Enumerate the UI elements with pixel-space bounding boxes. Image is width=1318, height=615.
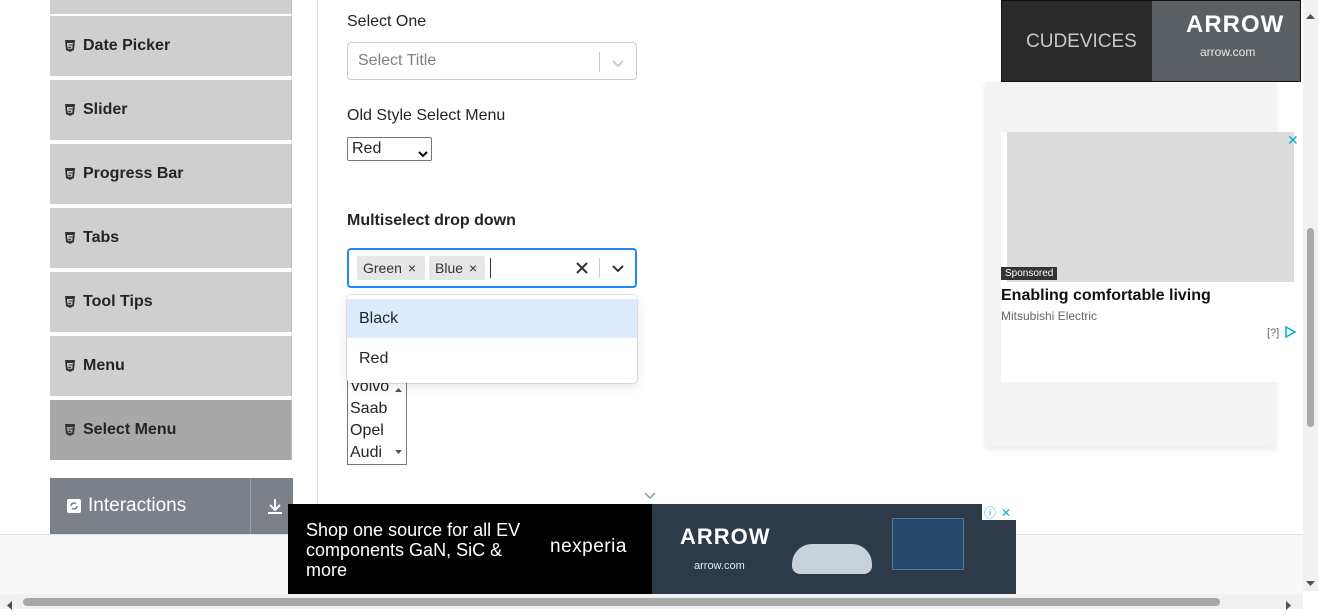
sidebar-item-label: Slider [83, 101, 128, 118]
download-icon[interactable] [265, 496, 285, 516]
sidebar-item-select-menu[interactable]: Select Menu [50, 398, 292, 460]
sidebar-item-menu[interactable]: Menu [50, 334, 292, 396]
sidebar-item-date-picker[interactable]: Date Picker [50, 14, 292, 76]
list-item[interactable]: Opel [350, 422, 384, 440]
ad-brand: CUDEVICES [1026, 31, 1137, 52]
scroll-up-icon[interactable] [1306, 6, 1315, 24]
text-caret [490, 258, 491, 278]
select-one-dropdown[interactable]: Select Title [347, 42, 637, 80]
ad-headline[interactable]: Enabling comfortable living [1001, 287, 1211, 305]
chip-label: Blue [435, 260, 464, 276]
close-icon[interactable]: ✕ [998, 505, 1014, 521]
horizontal-scrollbar[interactable] [0, 594, 1303, 610]
chevron-down-icon [642, 489, 658, 501]
sidebar-item-label: Menu [83, 357, 125, 374]
chip-blue: Blue × [429, 256, 485, 280]
list-item[interactable]: Audi [350, 444, 382, 462]
sidebar-item-progress-bar[interactable]: Progress Bar [50, 142, 292, 204]
multiselect-menu: Black Red [347, 295, 637, 383]
ad-image: ARROW arrow.com [1152, 1, 1300, 81]
chip-green: Green × [357, 256, 425, 280]
ad-content[interactable]: Sponsored Enabling comfortable living Mi… [1001, 132, 1294, 382]
listbox-scrollbar[interactable] [391, 370, 406, 464]
cars-listbox[interactable]: Volvo Saab Opel Audi [347, 370, 407, 465]
sidebar-item-label: Tool Tips [83, 293, 153, 310]
scroll-down-icon[interactable] [1306, 574, 1315, 592]
ad-image [1007, 132, 1294, 282]
scroll-left-icon[interactable] [6, 597, 12, 615]
screen-image [892, 518, 964, 570]
banner-brand: nexperia [550, 536, 627, 557]
ad-advertiser: Mitsubishi Electric [1001, 309, 1098, 323]
select-one-label: Select One [347, 13, 427, 30]
html5-icon [64, 424, 76, 436]
ad-banner[interactable]: Shop one source for all EV components Ga… [288, 504, 1016, 594]
html5-icon [64, 104, 76, 116]
ad-logo: ARROW [1186, 11, 1285, 38]
chevron-down-icon[interactable] [610, 55, 626, 71]
adchoices-icon[interactable] [1283, 325, 1297, 344]
indicator-separator [599, 258, 600, 278]
ad-card: Sponsored Enabling comfortable living Mi… [985, 82, 1299, 447]
group-header-label: Interactions [88, 495, 187, 516]
list-item[interactable]: Saab [350, 400, 387, 418]
clear-icon[interactable] [573, 259, 591, 277]
chevron-down-icon [418, 144, 428, 158]
remove-chip-icon[interactable]: × [463, 256, 483, 280]
banner-copy: Shop one source for all EV components Ga… [306, 520, 521, 580]
sidebar-item-tool-tips[interactable]: Tool Tips [50, 270, 292, 332]
sidebar-item-tabs[interactable]: Tabs [50, 206, 292, 268]
car-image [792, 544, 872, 574]
banner-url: arrow.com [694, 560, 745, 572]
old-style-value: Red [352, 140, 382, 157]
chip-label: Green [363, 260, 402, 276]
interactions-icon [67, 499, 81, 513]
html5-icon [64, 168, 76, 180]
option-red[interactable]: Red [347, 339, 637, 378]
indicator-separator [599, 52, 600, 72]
ad-top[interactable]: CUDEVICES ARROW arrow.com [1001, 0, 1301, 82]
remove-chip-icon[interactable]: × [402, 256, 422, 280]
info-icon[interactable]: ⓘ [982, 505, 998, 521]
html5-icon [64, 296, 76, 308]
option-black[interactable]: Black [347, 299, 637, 338]
old-style-label: Old Style Select Menu [347, 107, 506, 124]
sidebar-item-label: Tabs [83, 229, 120, 246]
multiselect-label: Multiselect drop down [347, 212, 516, 229]
scroll-right-icon[interactable] [1286, 597, 1292, 615]
close-icon[interactable]: ✕ [1287, 132, 1301, 148]
sidebar-item-slider[interactable]: Slider [50, 78, 292, 140]
html5-icon [64, 360, 76, 372]
banner-image: ARROW arrow.com [652, 504, 1016, 594]
sidebar-item-label: Progress Bar [83, 165, 184, 182]
group-header-interactions[interactable]: Interactions [50, 478, 293, 534]
html5-icon [64, 232, 76, 244]
html5-icon [64, 40, 76, 52]
ad-controls: ⓘ ✕ [982, 504, 1016, 520]
select-one-placeholder: Select Title [358, 52, 437, 69]
ad-info-link[interactable]: [?] [1267, 327, 1279, 339]
old-style-select[interactable]: Red [347, 137, 432, 161]
ad-url: arrow.com [1200, 45, 1256, 59]
content-divider [317, 0, 318, 534]
sidebar-item-label: Select Menu [83, 421, 177, 438]
banner-logo: ARROW [680, 524, 771, 549]
divider [250, 478, 251, 534]
sidebar-item-previous[interactable] [50, 0, 292, 14]
chevron-down-icon[interactable] [610, 260, 626, 276]
scrollbar-thumb[interactable] [1307, 228, 1314, 427]
sponsored-badge: Sponsored [1001, 267, 1058, 280]
vertical-scrollbar[interactable] [1303, 0, 1318, 591]
sidebar: Date Picker Slider Progress Bar Tabs Too… [50, 0, 293, 534]
scrollbar-thumb[interactable] [23, 598, 1220, 606]
multiselect-dropdown[interactable]: Green × Blue × [347, 248, 637, 288]
sidebar-item-label: Date Picker [83, 37, 171, 54]
